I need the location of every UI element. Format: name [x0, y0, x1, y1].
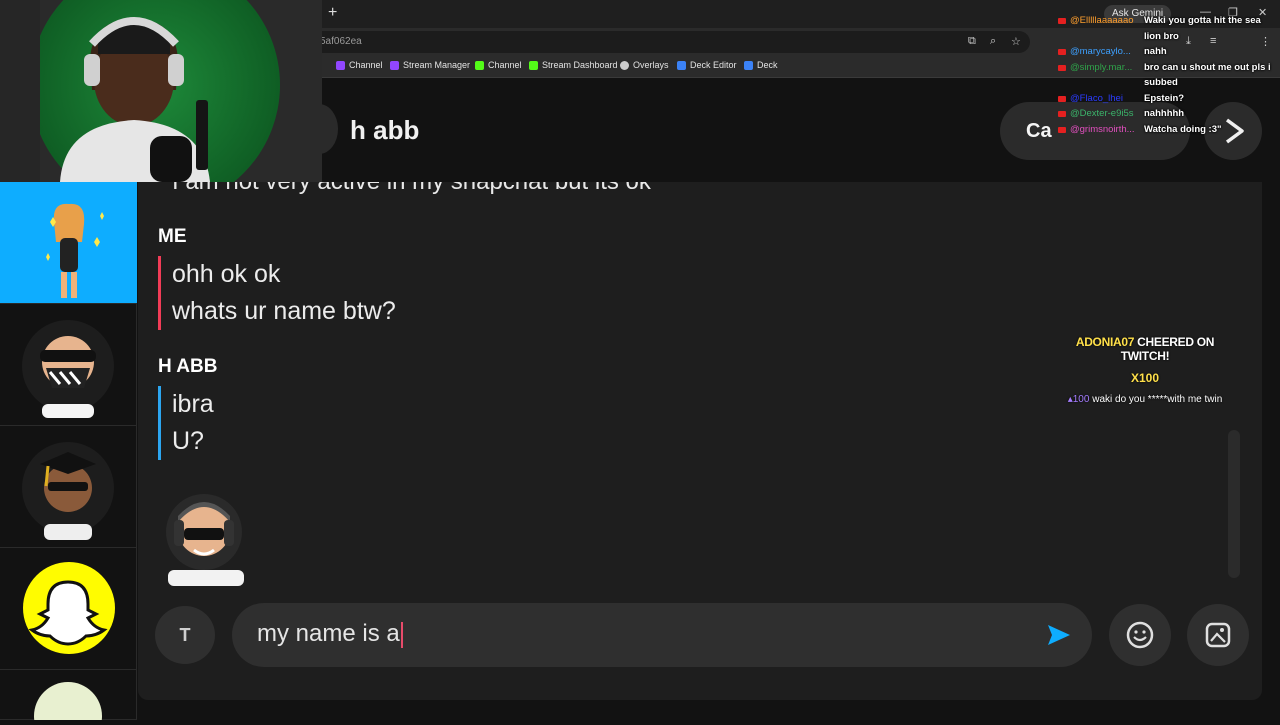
- cheer-username: ADONIA07: [1075, 335, 1135, 349]
- streamer-webcam: [0, 0, 322, 182]
- youtube-icon: [1058, 49, 1066, 55]
- chat-text: Epstein?: [1144, 92, 1185, 104]
- sticker-button[interactable]: [1187, 604, 1249, 666]
- emoji-icon: [1126, 621, 1154, 649]
- bookmark-item[interactable]: Deck: [744, 60, 778, 70]
- chat-list-item[interactable]: [0, 304, 137, 426]
- chat-text: subbed: [1144, 77, 1178, 88]
- kick-icon: [475, 60, 484, 70]
- chat-text: Watcha doing :3": [1144, 123, 1222, 135]
- youtube-icon: [1058, 64, 1066, 71]
- chat-text: nahh: [1144, 46, 1167, 57]
- cheer-message: ▴100 waki do you *****with me twin: [1060, 393, 1230, 406]
- chat-list-item-active[interactable]: [0, 182, 137, 304]
- stream-chat-message: @Dexter-e9i5s nahhhhh: [1050, 107, 1275, 123]
- sticker-icon: [1205, 622, 1231, 648]
- chat-text: lion bro: [1144, 30, 1179, 42]
- youtube-icon: [1058, 111, 1066, 117]
- chat-scrollbar[interactable]: [1228, 430, 1240, 578]
- anchor-icon: [620, 60, 629, 70]
- bookmark-item[interactable]: Deck Editor: [677, 60, 737, 70]
- bookmark-item[interactable]: Stream Dashboard: [529, 60, 618, 70]
- text-caret: [400, 621, 403, 648]
- message-group-friend: ibra U?: [158, 386, 214, 460]
- chat-title[interactable]: h abb: [350, 115, 419, 146]
- send-icon[interactable]: [1044, 621, 1072, 649]
- youtube-icon: [1058, 18, 1066, 24]
- chat-username: @Dexter-e9i5s: [1070, 108, 1134, 119]
- url-field[interactable]: 5af062ea: [300, 31, 1030, 53]
- text-format-icon: T: [179, 625, 191, 645]
- message-text: ibra: [172, 390, 214, 418]
- call-button-label: Ca: [1026, 120, 1052, 142]
- stream-chat-message: @grimsnoirth... Watcha doing :3": [1050, 123, 1275, 139]
- deck-icon: [744, 60, 753, 70]
- chat-text: Waki you gotta hit the sea: [1144, 15, 1261, 26]
- chat-list-item[interactable]: [0, 426, 137, 548]
- message-group-me: ohh ok ok whats ur name btw?: [158, 256, 396, 330]
- message-text: ohh ok ok: [172, 260, 281, 288]
- cheer-alert: ADONIA07 CHEERED ON TWITCH! X100 ▴100 wa…: [1060, 335, 1230, 406]
- bookmark-item[interactable]: Stream Manager: [390, 60, 470, 70]
- chat-list-sidebar: [0, 182, 137, 725]
- message-text: I am not very active in my snapchat but …: [172, 182, 651, 196]
- stream-chat-overlay: @Elllllaaaaaao Waki you gotta hit the sea…: [1050, 14, 1275, 138]
- chat-text: bro can u shout me out pls i: [1144, 61, 1271, 73]
- stream-chat-message: @Flaco_lhei Epstein?: [1050, 92, 1275, 108]
- deck-icon: [677, 60, 686, 70]
- chat-username: @Elllllaaaaaao: [1070, 15, 1134, 26]
- message-draft: my name is a: [257, 620, 403, 648]
- cheer-alert-title: ADONIA07 CHEERED ON TWITCH!: [1060, 335, 1230, 363]
- chat-username: @marycaylo...: [1070, 46, 1131, 57]
- snapchat-ghost-icon: [28, 580, 108, 646]
- sender-label-me: ME: [158, 226, 187, 247]
- install-app-icon[interactable]: ⧉: [968, 35, 976, 48]
- cheer-amount: X100: [1130, 371, 1160, 385]
- bitmoji-avatar-icon: [34, 682, 102, 725]
- friend-bitmoji-typing-icon: [166, 494, 244, 586]
- chat-text: nahhhhh: [1144, 108, 1185, 119]
- youtube-icon: [1058, 95, 1066, 102]
- message-text: whats ur name btw?: [172, 297, 396, 325]
- chat-username: @Flaco_lhei: [1070, 92, 1123, 104]
- sender-label-friend: H ABB: [158, 356, 218, 377]
- bookmark-star-icon[interactable]: ☆: [1011, 35, 1021, 48]
- youtube-icon: [1058, 126, 1066, 133]
- draft-text: my name is a: [257, 620, 400, 647]
- bitmoji-avatar-icon: [22, 442, 114, 540]
- bitmoji-avatar-icon: [22, 320, 114, 418]
- chat-username: @grimsnoirth...: [1070, 123, 1135, 135]
- message-input[interactable]: my name is a: [232, 603, 1092, 667]
- chat-list-item[interactable]: [0, 670, 137, 725]
- twitch-icon: [390, 60, 399, 70]
- message-text: U?: [172, 427, 204, 455]
- bitmoji-avatar-icon: [46, 203, 104, 298]
- new-tab-button[interactable]: +: [328, 4, 337, 22]
- emoji-button[interactable]: [1109, 604, 1171, 666]
- cheer-message-text: waki do you *****with me twin: [1092, 394, 1223, 405]
- chat-list-item-snapchat[interactable]: [0, 548, 137, 670]
- stream-chat-message: @Elllllaaaaaao Waki you gotta hit the sea: [1050, 14, 1275, 30]
- cheer-bits-count: 100: [1072, 394, 1090, 405]
- zoom-icon[interactable]: ⌕: [990, 35, 996, 48]
- kick-icon: [529, 60, 538, 70]
- bookmark-item[interactable]: Channel: [336, 60, 383, 70]
- streamer-figure: [0, 0, 210, 182]
- twitch-icon: [336, 60, 345, 70]
- stream-chat-message: lion bro: [1050, 30, 1275, 46]
- bookmark-item[interactable]: Channel: [475, 60, 522, 70]
- stream-chat-message: @simply.mar... bro can u shout me out pls…: [1050, 61, 1275, 77]
- stream-chat-message: @marycaylo... nahh: [1050, 45, 1275, 61]
- text-format-button[interactable]: T: [155, 606, 215, 664]
- chat-username: @simply.mar...: [1070, 61, 1133, 73]
- cheer-title-text: CHEERED ON TWITCH!: [1120, 335, 1215, 363]
- stream-chat-message: subbed: [1050, 76, 1275, 92]
- bookmark-item[interactable]: Overlays: [620, 60, 669, 70]
